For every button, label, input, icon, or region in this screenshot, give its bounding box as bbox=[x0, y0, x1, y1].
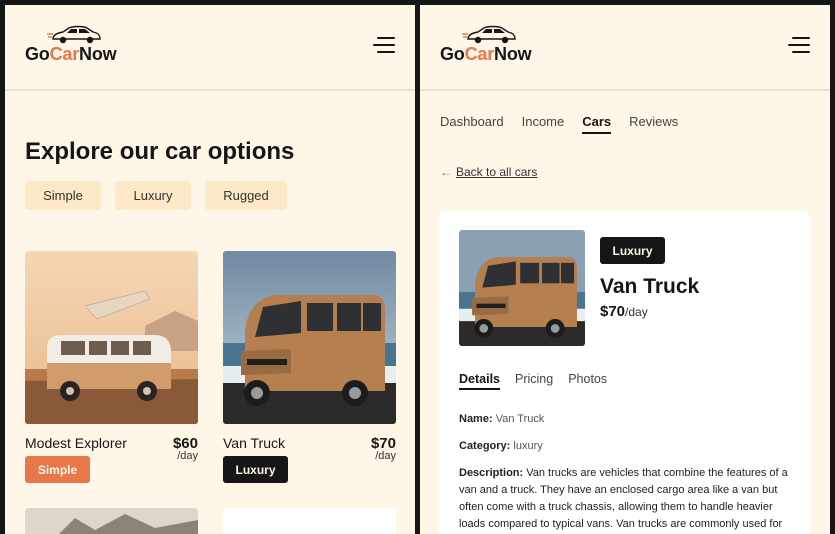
car-card-partial[interactable] bbox=[223, 508, 396, 534]
car-detail-card: Luxury Van Truck $70/day Details Pricing… bbox=[439, 211, 810, 534]
detail-tabs: Details Pricing Photos bbox=[459, 372, 607, 390]
van-truck-image bbox=[459, 230, 585, 346]
filter-luxury-button[interactable]: Luxury bbox=[115, 181, 191, 210]
logo-wordmark: GoCarNow bbox=[25, 44, 117, 64]
car-type-badge: Luxury bbox=[600, 237, 665, 264]
tab-details[interactable]: Details bbox=[459, 372, 500, 390]
detail-description-row: Description: Van trucks are vehicles tha… bbox=[459, 467, 788, 530]
car-detail-photo bbox=[459, 230, 585, 346]
menu-icon[interactable] bbox=[373, 37, 395, 53]
car-title: Van Truck bbox=[600, 275, 700, 298]
tab-reviews[interactable]: Reviews bbox=[629, 114, 678, 134]
van-truck-image bbox=[223, 251, 396, 424]
menu-icon[interactable] bbox=[788, 37, 810, 53]
tab-income[interactable]: Income bbox=[522, 114, 565, 134]
header: GoCarNow bbox=[5, 5, 415, 91]
car-detail-panel: GoCarNow Dashboard Income Cars Reviews ←… bbox=[420, 5, 830, 534]
car-logo-icon bbox=[47, 25, 101, 44]
page-title: Explore our car options bbox=[25, 138, 295, 165]
back-link-label[interactable]: Back to all cars bbox=[456, 165, 537, 179]
car-type-badge: Simple bbox=[25, 456, 90, 483]
filter-simple-button[interactable]: Simple bbox=[25, 181, 101, 210]
car-logo-icon bbox=[462, 25, 516, 44]
tab-pricing[interactable]: Pricing bbox=[515, 372, 553, 390]
filter-bar: Simple Luxury Rugged bbox=[25, 181, 287, 210]
logo[interactable]: GoCarNow bbox=[440, 25, 550, 65]
tab-cars[interactable]: Cars bbox=[582, 114, 612, 134]
logo[interactable]: GoCarNow bbox=[25, 25, 135, 65]
car-list-panel: GoCarNow Explore our car options Simple … bbox=[5, 5, 415, 534]
car-card[interactable]: Modest Explorer $60 /day Simple bbox=[25, 251, 198, 483]
car-photo[interactable] bbox=[25, 251, 198, 424]
detail-name-row: Name: Van Truck bbox=[459, 413, 545, 425]
car-photo[interactable] bbox=[223, 251, 396, 424]
header: GoCarNow bbox=[420, 5, 830, 91]
car-price-unit: /day bbox=[375, 450, 396, 462]
car-price-unit: /day bbox=[177, 450, 198, 462]
car-photo-partial bbox=[25, 508, 198, 534]
tab-photos[interactable]: Photos bbox=[568, 372, 607, 390]
car-card-partial[interactable] bbox=[25, 508, 198, 534]
car-card[interactable]: Van Truck $70 /day Luxury bbox=[223, 251, 396, 483]
car-name[interactable]: Modest Explorer bbox=[25, 435, 127, 451]
car-price: $70/day bbox=[600, 303, 648, 320]
arrow-left-icon: ← bbox=[440, 165, 452, 179]
logo-wordmark: GoCarNow bbox=[440, 44, 532, 64]
campervan-image bbox=[25, 251, 198, 424]
filter-rugged-button[interactable]: Rugged bbox=[205, 181, 287, 210]
host-nav: Dashboard Income Cars Reviews bbox=[440, 114, 678, 134]
car-name[interactable]: Van Truck bbox=[223, 435, 285, 451]
tab-dashboard[interactable]: Dashboard bbox=[440, 114, 504, 134]
back-link[interactable]: ← Back to all cars bbox=[440, 165, 537, 179]
detail-category-row: Category: luxury bbox=[459, 440, 543, 452]
car-type-badge: Luxury bbox=[223, 456, 288, 483]
